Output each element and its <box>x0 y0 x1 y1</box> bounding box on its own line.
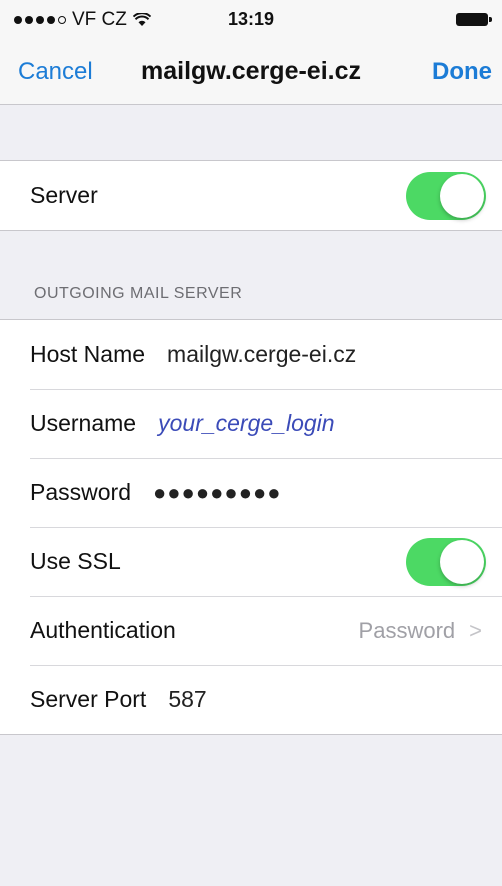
username-label: Username <box>30 410 137 436</box>
done-button[interactable]: Done <box>432 58 492 86</box>
toggle-knob <box>440 173 484 218</box>
password-row[interactable]: Password ●●●●●●●●● <box>0 458 502 527</box>
use-ssl-toggle[interactable] <box>406 537 486 586</box>
host-name-field[interactable]: mailgw.cerge-ei.cz <box>167 341 356 368</box>
authentication-label: Authentication <box>30 617 176 643</box>
server-port-row[interactable]: Server Port 587 <box>0 665 502 734</box>
toggle-knob <box>440 539 484 584</box>
server-port-label: Server Port <box>30 686 147 712</box>
use-ssl-row: Use SSL <box>0 527 502 596</box>
username-row[interactable]: Username your_cerge_login <box>0 389 502 458</box>
navigation-bar: Cancel mailgw.cerge-ei.cz Done <box>0 38 502 105</box>
password-field[interactable]: ●●●●●●●●● <box>153 480 282 506</box>
server-label: Server <box>30 182 98 208</box>
authentication-row[interactable]: Authentication Password > <box>0 596 502 665</box>
cancel-button[interactable]: Cancel <box>18 58 93 86</box>
authentication-detail: Password > <box>359 618 482 644</box>
status-time: 13:19 <box>227 9 275 29</box>
server-port-field[interactable]: 587 <box>168 686 206 713</box>
host-name-row[interactable]: Host Name mailgw.cerge-ei.cz <box>0 320 502 389</box>
host-name-label: Host Name <box>30 341 146 367</box>
battery-icon <box>456 13 492 26</box>
outgoing-server-group: Host Name mailgw.cerge-ei.cz Username yo… <box>0 319 502 735</box>
section-header-outgoing: OUTGOING MAIL SERVER <box>34 285 243 302</box>
server-row: Server <box>0 161 502 230</box>
username-field[interactable]: your_cerge_login <box>158 410 334 437</box>
password-label: Password <box>30 479 131 505</box>
use-ssl-label: Use SSL <box>30 548 121 574</box>
authentication-value: Password <box>358 617 456 643</box>
server-group: Server <box>0 160 502 231</box>
server-toggle[interactable] <box>406 171 486 220</box>
status-bar: VF CZ 13:19 <box>0 0 502 38</box>
chevron-right-icon: > <box>469 617 482 643</box>
